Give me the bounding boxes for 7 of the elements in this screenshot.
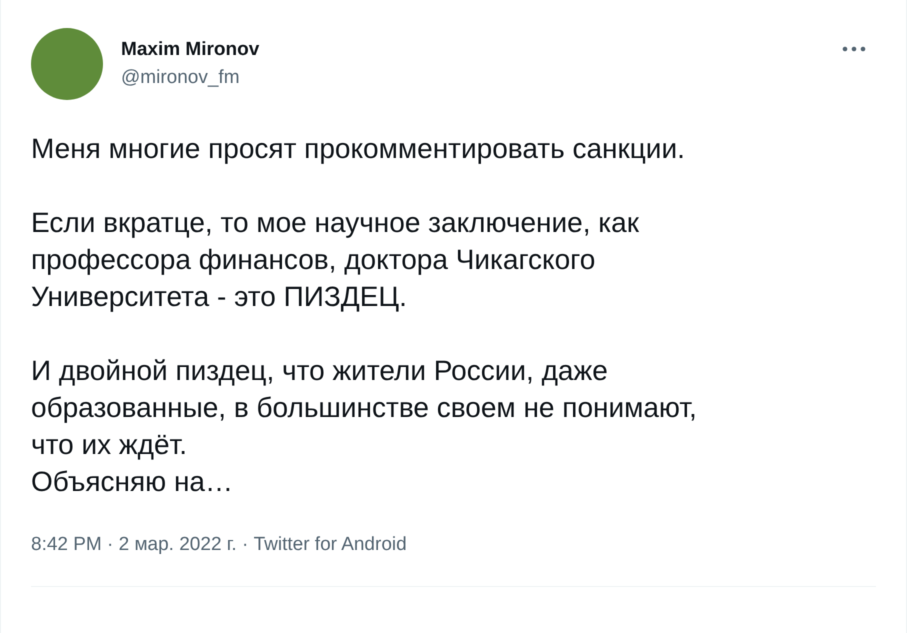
tweet-text: И двойной пиздец, что жители России, даже образованные, в большинстве своем не понимают, что их ждёт. Объясняю на… xyxy=(31,354,698,499)
tweet-text: Меня многие просят прокомментировать санкции. xyxy=(31,132,686,166)
author-name[interactable]: Maxim Mironov xyxy=(121,39,824,61)
tweet-timestamp[interactable]: 8:42 PM · 2 мар. 2022 г. · Twitter for Android xyxy=(31,534,876,556)
more-options-icon[interactable] xyxy=(842,46,866,52)
author-handle[interactable]: @mironov_fm xyxy=(121,67,824,89)
tweet-text: Если вкратце, то мое научное заключение, как профессора финансов, доктора Чикагского Университета - это ПИЗДЕЦ. xyxy=(31,206,640,314)
